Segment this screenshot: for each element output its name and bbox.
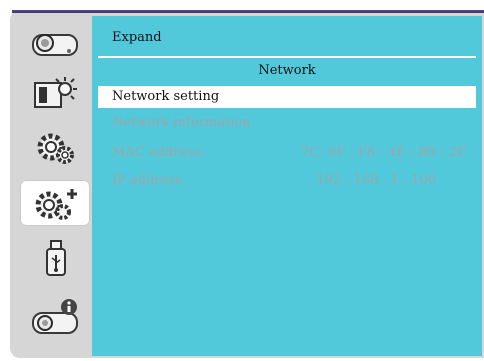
sidebar-item-settings[interactable] (20, 124, 90, 170)
sidebar-item-usb[interactable] (20, 236, 90, 282)
main-panel: Expand Network Network setting Network i… (92, 16, 482, 356)
brightness-icon (34, 77, 77, 108)
menu-item-label: IP address (112, 173, 182, 188)
section-title: Network (258, 63, 316, 78)
camera-icon (32, 34, 78, 56)
info-icon (32, 299, 78, 334)
menu-item-label: Network information (112, 115, 251, 130)
menu-item-label: MAC address: (112, 145, 205, 160)
title-divider (98, 56, 476, 58)
expand-settings-icon (35, 189, 77, 220)
mac-address-value: 7C: 6F : F8 : 4E : B9 : 2F (301, 145, 466, 160)
sidebar-item-info[interactable] (20, 294, 90, 340)
sidebar-item-display[interactable] (20, 70, 90, 116)
menu-item-mac-address: MAC address: 7C: 6F : F8 : 4E : B9 : 2F (98, 142, 476, 164)
menu-item-label: Network setting (112, 89, 220, 104)
menu-item-network-setting[interactable]: Network setting (98, 86, 476, 108)
sidebar-item-expand[interactable] (20, 180, 90, 226)
ip-address-value: 192 . 168 . 1 . 100 (316, 173, 436, 188)
menu-item-ip-address: IP address 192 . 168 . 1 . 100 (98, 170, 476, 192)
menu-item-network-information[interactable]: Network information (98, 112, 476, 134)
page-title: Expand (112, 30, 162, 45)
sidebar-item-picture[interactable] (20, 18, 90, 64)
sidebar (12, 14, 92, 356)
title-bar: Expand (92, 16, 482, 52)
frame-top-border (12, 10, 484, 13)
usb-icon (46, 240, 66, 276)
settings-gear-icon (37, 133, 74, 164)
